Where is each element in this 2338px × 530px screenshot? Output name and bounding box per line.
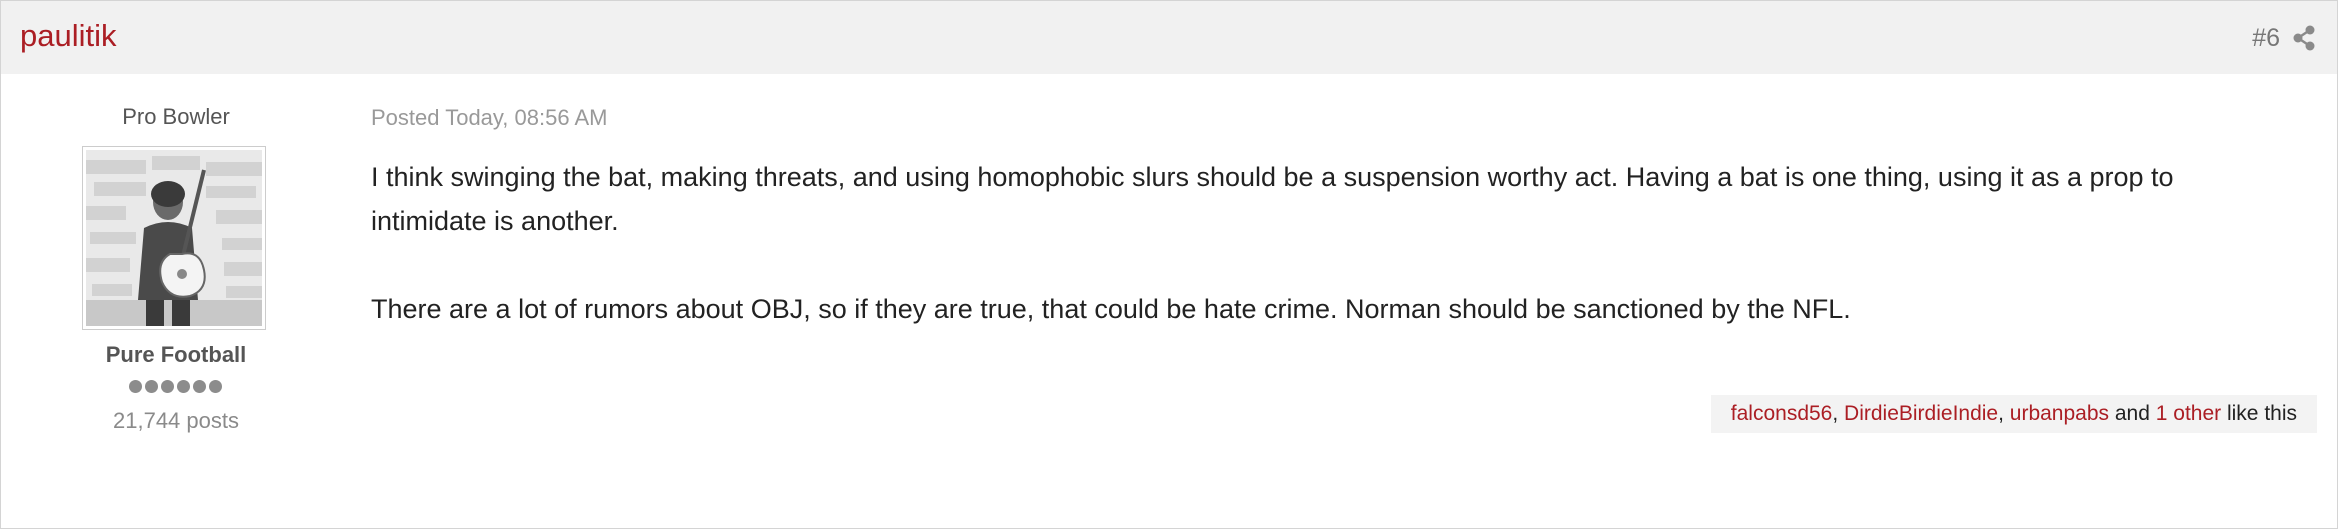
like-user-link[interactable]: falconsd56 xyxy=(1731,402,1833,425)
rank-pip xyxy=(177,380,190,393)
post-paragraph: I think swinging the bat, making threats… xyxy=(371,162,2174,236)
rank-pip xyxy=(161,380,174,393)
rank-pip xyxy=(129,380,142,393)
likes-separator: , xyxy=(1832,402,1845,425)
share-icon[interactable] xyxy=(2292,25,2316,51)
likes-and-text: and xyxy=(2109,402,2156,425)
post-body: I think swinging the bat, making threats… xyxy=(371,155,2271,375)
likes-separator: , xyxy=(1998,402,2010,425)
post-number-link[interactable]: #6 xyxy=(2252,23,2280,53)
post-date: Posted Today, 08:56 AM xyxy=(371,105,608,130)
like-user-link[interactable]: urbanpabs xyxy=(2010,402,2109,425)
rank-pips xyxy=(129,380,222,394)
rank-pip xyxy=(193,380,206,393)
author-name-link[interactable]: paulitik xyxy=(20,18,117,54)
like-user-link[interactable]: DirdieBirdieIndie xyxy=(1844,402,1998,425)
post-count: 21,744 posts xyxy=(113,408,239,433)
rank-pip xyxy=(209,380,222,393)
author-sidebar: Pro Bowler Pure Football 21,744 posts xyxy=(1,74,351,528)
rank-pip xyxy=(145,380,158,393)
likes-other-link[interactable]: 1 other xyxy=(2156,402,2221,425)
likes-bar: falconsd56, DirdieBirdieIndie, urbanpabs… xyxy=(1710,395,2317,433)
likes-suffix: like this xyxy=(2221,402,2297,425)
forum-post: paulitik #6 Pro Bowler Pure Football 21,… xyxy=(0,0,2338,529)
avatar-photo xyxy=(86,150,262,326)
post-paragraph: There are a lot of rumors about OBJ, so … xyxy=(371,294,1851,324)
group-name: Pure Football xyxy=(105,342,247,367)
user-title: Pro Bowler xyxy=(122,104,230,129)
post-header: paulitik #6 xyxy=(1,1,2337,74)
avatar[interactable] xyxy=(82,146,266,330)
